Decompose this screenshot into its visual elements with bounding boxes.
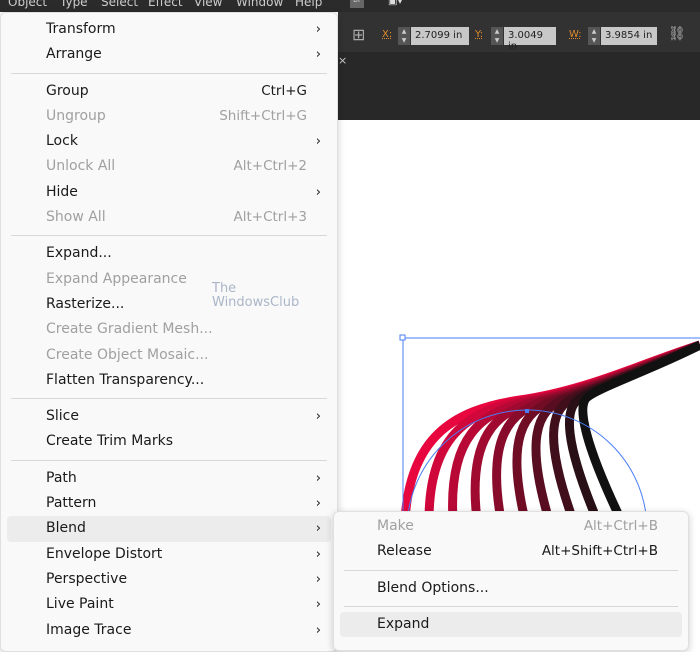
- menu-item-label: Envelope Distort: [46, 545, 163, 562]
- menu-item-label: Pattern: [46, 495, 97, 512]
- watermark: The WindowsClub: [212, 282, 299, 310]
- menu-item-label: Path: [46, 469, 77, 486]
- watermark-line1: The: [212, 281, 237, 296]
- menu-item-label: Ungroup: [46, 107, 106, 124]
- menu-item-label: Hide: [46, 183, 78, 200]
- menu-item-label: Live Paint: [46, 596, 114, 613]
- menu-item-path[interactable]: Path ›: [7, 466, 331, 491]
- chevron-right-icon: ›: [315, 622, 321, 638]
- menu-item-blend[interactable]: Blend ›: [7, 516, 331, 542]
- chevron-right-icon: ›: [315, 546, 321, 562]
- menu-item-expand[interactable]: Expand...: [7, 241, 331, 266]
- menu-item-expand[interactable]: Expand: [340, 611, 682, 638]
- chevron-right-icon: ›: [315, 184, 321, 200]
- chevron-right-icon: ›: [315, 571, 321, 587]
- menu-item-make: Make Alt+Ctrl+B: [340, 514, 682, 539]
- menu-item-ungroup: Ungroup Shift+Ctrl+G: [7, 104, 331, 129]
- menu-item-label: Create Gradient Mesh...: [46, 321, 213, 338]
- menu-separator: [344, 601, 678, 612]
- menu-item-arrange[interactable]: Arrange ›: [7, 42, 331, 67]
- menu-item-label: Unlock All: [46, 158, 116, 175]
- menu-item-create-trim-marks[interactable]: Create Trim Marks: [7, 429, 331, 454]
- menu-item-slice[interactable]: Slice ›: [7, 404, 331, 429]
- menu-item-label: Blend Options...: [377, 579, 489, 596]
- menu-item-label: Transform: [46, 21, 116, 37]
- menu-separator: [344, 565, 678, 576]
- menu-item-label: Perspective: [46, 570, 128, 587]
- menu-item-label: Create Trim Marks: [46, 433, 174, 450]
- chevron-right-icon: ›: [315, 597, 321, 613]
- chevron-right-icon: ›: [315, 470, 321, 486]
- menu-item-group[interactable]: Group Ctrl+G: [7, 79, 331, 104]
- chevron-right-icon: ›: [315, 521, 321, 537]
- shortcut-label: Shift+Ctrl+G: [219, 107, 307, 124]
- menu-item-label: Arrange: [46, 46, 102, 63]
- menu-item-label: Make: [377, 518, 414, 534]
- menu-item-label: Blend: [46, 520, 86, 537]
- shortcut-label: Alt+Shift+Ctrl+B: [541, 543, 658, 560]
- chevron-right-icon: ›: [315, 496, 321, 512]
- menu-item-hide[interactable]: Hide ›: [7, 180, 331, 205]
- menu-item-release[interactable]: Release Alt+Shift+Ctrl+B: [340, 539, 682, 564]
- menu-item-label: Show All: [46, 209, 106, 226]
- object-menu: Transform › Arrange › Group Ctrl+G Ungroup Shif…: [0, 12, 338, 652]
- menu-item-live-paint[interactable]: Live Paint ›: [7, 592, 331, 617]
- menu-separator: [11, 230, 327, 241]
- watermark-line2: WindowsClub: [212, 295, 300, 310]
- blend-object[interactable]: [400, 340, 700, 522]
- menu-item-label: Expand Appearance: [46, 270, 187, 287]
- menu-item-label: Lock: [46, 133, 78, 150]
- anchor-point[interactable]: [525, 409, 529, 413]
- menu-item-perspective[interactable]: Perspective ›: [7, 567, 331, 592]
- shortcut-label: Alt+Ctrl+3: [233, 209, 307, 226]
- menu-item-create-object-mosaic: Create Object Mosaic...: [7, 343, 331, 368]
- menu-item-label: Slice: [46, 408, 79, 425]
- menu-separator: [11, 393, 327, 404]
- menu-item-label: Expand: [377, 615, 430, 632]
- menu-separator: [11, 68, 327, 79]
- menu-item-lock[interactable]: Lock ›: [7, 129, 331, 154]
- blend-step-stroke: [492, 340, 700, 521]
- menu-item-show-all: Show All Alt+Ctrl+3: [7, 205, 331, 230]
- shortcut-label: Alt+Ctrl+B: [583, 518, 658, 534]
- menu-item-label: Release: [377, 543, 432, 560]
- chevron-right-icon: ›: [315, 134, 321, 150]
- menu-item-envelope-distort[interactable]: Envelope Distort ›: [7, 542, 331, 567]
- menu-item-pattern[interactable]: Pattern ›: [7, 491, 331, 516]
- chevron-right-icon: ›: [315, 409, 321, 425]
- menu-item-label: Flatten Transparency...: [46, 371, 205, 388]
- menu-item-transform[interactable]: Transform ›: [7, 17, 331, 42]
- blend-submenu: Make Alt+Ctrl+B Release Alt+Shift+Ctrl+B Ble…: [333, 511, 689, 651]
- chevron-right-icon: ›: [315, 47, 321, 63]
- menu-item-label: Create Object Mosaic...: [46, 346, 209, 363]
- menu-item-create-gradient-mesh: Create Gradient Mesh...: [7, 317, 331, 342]
- menu-item-unlock-all: Unlock All Alt+Ctrl+2: [7, 154, 331, 179]
- menu-separator: [11, 455, 327, 466]
- selection-handle[interactable]: [399, 334, 406, 341]
- menu-item-label: Expand...: [46, 245, 112, 262]
- menu-item-label: Group: [46, 82, 89, 99]
- menu-item-blend-options[interactable]: Blend Options...: [340, 576, 682, 601]
- menu-item-label: Rasterize...: [46, 295, 125, 312]
- shortcut-label: Alt+Ctrl+2: [233, 158, 307, 175]
- shortcut-label: Ctrl+G: [261, 82, 307, 99]
- menu-item-label: Image Trace: [46, 621, 132, 638]
- menu-item-flatten-transparency[interactable]: Flatten Transparency...: [7, 368, 331, 393]
- chevron-right-icon: ›: [315, 22, 321, 37]
- menu-item-image-trace[interactable]: Image Trace ›: [7, 618, 331, 643]
